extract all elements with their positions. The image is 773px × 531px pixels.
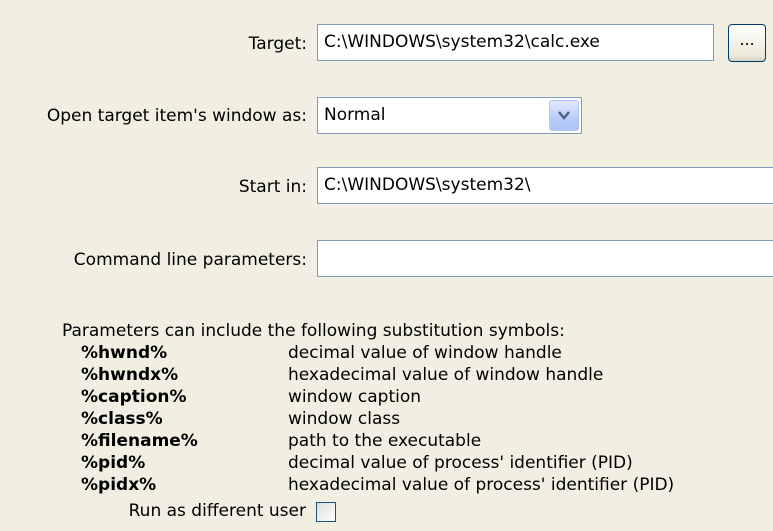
symbol-description: window class bbox=[288, 409, 401, 429]
symbol-name: %caption% bbox=[81, 387, 187, 407]
symbol-name: %pid% bbox=[81, 453, 146, 473]
list-item: %filename% path to the executable bbox=[81, 431, 771, 453]
symbol-name: %pidx% bbox=[81, 475, 157, 495]
run-as-checkbox[interactable] bbox=[316, 502, 336, 522]
list-item: %class% window class bbox=[81, 409, 771, 431]
chevron-down-icon[interactable] bbox=[549, 100, 579, 131]
open-as-selected-value: Normal bbox=[324, 105, 386, 125]
symbol-name: %hwnd% bbox=[81, 343, 168, 363]
symbol-description: hexadecimal value of process' identifier… bbox=[288, 475, 675, 495]
open-as-label: Open target item's window as: bbox=[46, 106, 307, 126]
list-item: %pidx% hexadecimal value of process' ide… bbox=[81, 475, 771, 497]
start-in-input[interactable]: C:\WINDOWS\system32\ bbox=[317, 167, 773, 204]
list-item: %hwnd% decimal value of window handle bbox=[81, 343, 771, 365]
list-item: %pid% decimal value of process' identifi… bbox=[81, 453, 771, 475]
symbol-description: decimal value of process' identifier (PI… bbox=[288, 453, 633, 473]
symbol-name: %class% bbox=[81, 409, 163, 429]
symbol-description: decimal value of window handle bbox=[288, 343, 562, 363]
list-item: %caption% window caption bbox=[81, 387, 771, 409]
run-as-label: Run as different user bbox=[128, 501, 306, 521]
cmdline-label: Command line parameters: bbox=[73, 250, 307, 270]
target-label: Target: bbox=[248, 34, 307, 54]
symbol-description: window caption bbox=[288, 387, 422, 407]
symbol-description: path to the executable bbox=[288, 431, 482, 451]
symbol-description: hexadecimal value of window handle bbox=[288, 365, 604, 385]
target-input[interactable]: C:\WINDOWS\system32\calc.exe bbox=[317, 24, 714, 61]
list-item: %hwndx% hexadecimal value of window hand… bbox=[81, 365, 771, 387]
symbol-name: %filename% bbox=[81, 431, 198, 451]
start-in-label: Start in: bbox=[238, 177, 307, 197]
symbol-name: %hwndx% bbox=[81, 365, 179, 385]
browse-button[interactable]: ... bbox=[728, 24, 766, 62]
params-intro-text: Parameters can include the following sub… bbox=[62, 321, 565, 341]
cmdline-input[interactable] bbox=[317, 240, 773, 277]
open-as-select[interactable]: Normal bbox=[317, 97, 582, 134]
symbols-list: %hwnd% decimal value of window handle %h… bbox=[81, 343, 771, 497]
